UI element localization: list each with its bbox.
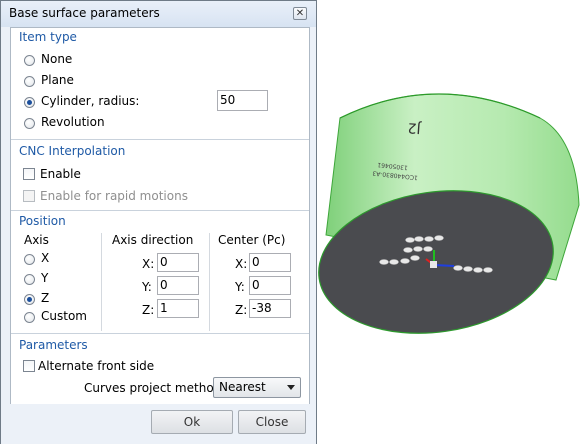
curves-project-select[interactable]: Nearest [213, 377, 301, 398]
rapid-motions-label: Enable for rapid motions [40, 189, 188, 203]
radio-plane-label: Plane [41, 73, 74, 87]
center-z-label: Z: [235, 303, 248, 317]
cylinder-model: J2 1CO440830-A3 13050461 [318, 93, 580, 334]
column-divider [101, 233, 102, 331]
dialog-title: Base surface parameters [9, 6, 160, 20]
radio-none[interactable] [24, 55, 35, 66]
curves-project-value: Nearest [219, 380, 266, 394]
close-button[interactable]: Close [238, 410, 306, 434]
3d-viewport[interactable]: J2 1CO440830-A3 13050461 [318, 0, 585, 445]
rapid-motions-checkbox[interactable] [23, 190, 35, 202]
center-z-input[interactable]: -38 [249, 299, 291, 318]
alternate-front-label: Alternate front side [38, 359, 155, 373]
radio-axis-z[interactable] [24, 294, 35, 305]
radio-none-label: None [41, 52, 73, 66]
alternate-front-checkbox[interactable] [23, 360, 35, 372]
direction-x-input[interactable]: 0 [157, 253, 199, 272]
enable-label: Enable [40, 167, 81, 181]
base-surface-dialog: Base surface parameters ✕ Item type None… [0, 0, 317, 444]
radio-cylinder-label: Cylinder, radius: [41, 94, 140, 108]
center-x-input[interactable]: 0 [249, 253, 291, 272]
section-position: Position [19, 214, 66, 228]
axis-direction-header: Axis direction [112, 233, 194, 247]
section-item-type: Item type [19, 30, 77, 44]
radio-plane[interactable] [24, 76, 35, 87]
curves-project-label: Curves project method: [84, 381, 226, 395]
radius-input[interactable]: 50 [217, 90, 268, 111]
radio-axis-z-label: Z [41, 291, 50, 305]
direction-y-input[interactable]: 0 [157, 276, 199, 295]
enable-checkbox[interactable] [23, 168, 35, 180]
radio-axis-y-label: Y [41, 271, 49, 285]
center-y-input[interactable]: 0 [249, 276, 291, 295]
center-header: Center (Pc) [218, 233, 286, 247]
radio-axis-y[interactable] [24, 274, 35, 285]
center-x-label: X: [235, 257, 248, 271]
section-cnc: CNC Interpolation [19, 144, 126, 158]
divider [11, 333, 309, 334]
radio-cylinder[interactable] [24, 97, 35, 108]
radio-revolution-label: Revolution [41, 115, 105, 129]
engraving-top: J2 [407, 119, 422, 136]
close-icon[interactable]: ✕ [293, 7, 307, 20]
direction-z-input[interactable]: 1 [157, 299, 199, 318]
divider [11, 139, 309, 140]
radio-axis-x-label: X [41, 251, 50, 265]
radio-axis-custom-label: Custom [41, 309, 87, 323]
column-divider [209, 233, 210, 331]
chevron-down-icon [287, 385, 295, 390]
dialog-panel: Item type None Plane Cylinder, radius: 5… [10, 27, 310, 435]
title-bar[interactable]: Base surface parameters ✕ [1, 1, 316, 27]
axis-header: Axis [24, 233, 49, 247]
ok-button[interactable]: Ok [151, 410, 233, 434]
section-parameters: Parameters [19, 338, 88, 352]
divider [11, 210, 309, 211]
radio-axis-custom[interactable] [24, 312, 35, 323]
radio-revolution[interactable] [24, 118, 35, 129]
direction-y-label: Y: [142, 280, 152, 294]
direction-x-label: X: [142, 257, 155, 271]
direction-z-label: Z: [142, 303, 155, 317]
radio-axis-x[interactable] [24, 254, 35, 265]
center-y-label: Y: [235, 280, 245, 294]
